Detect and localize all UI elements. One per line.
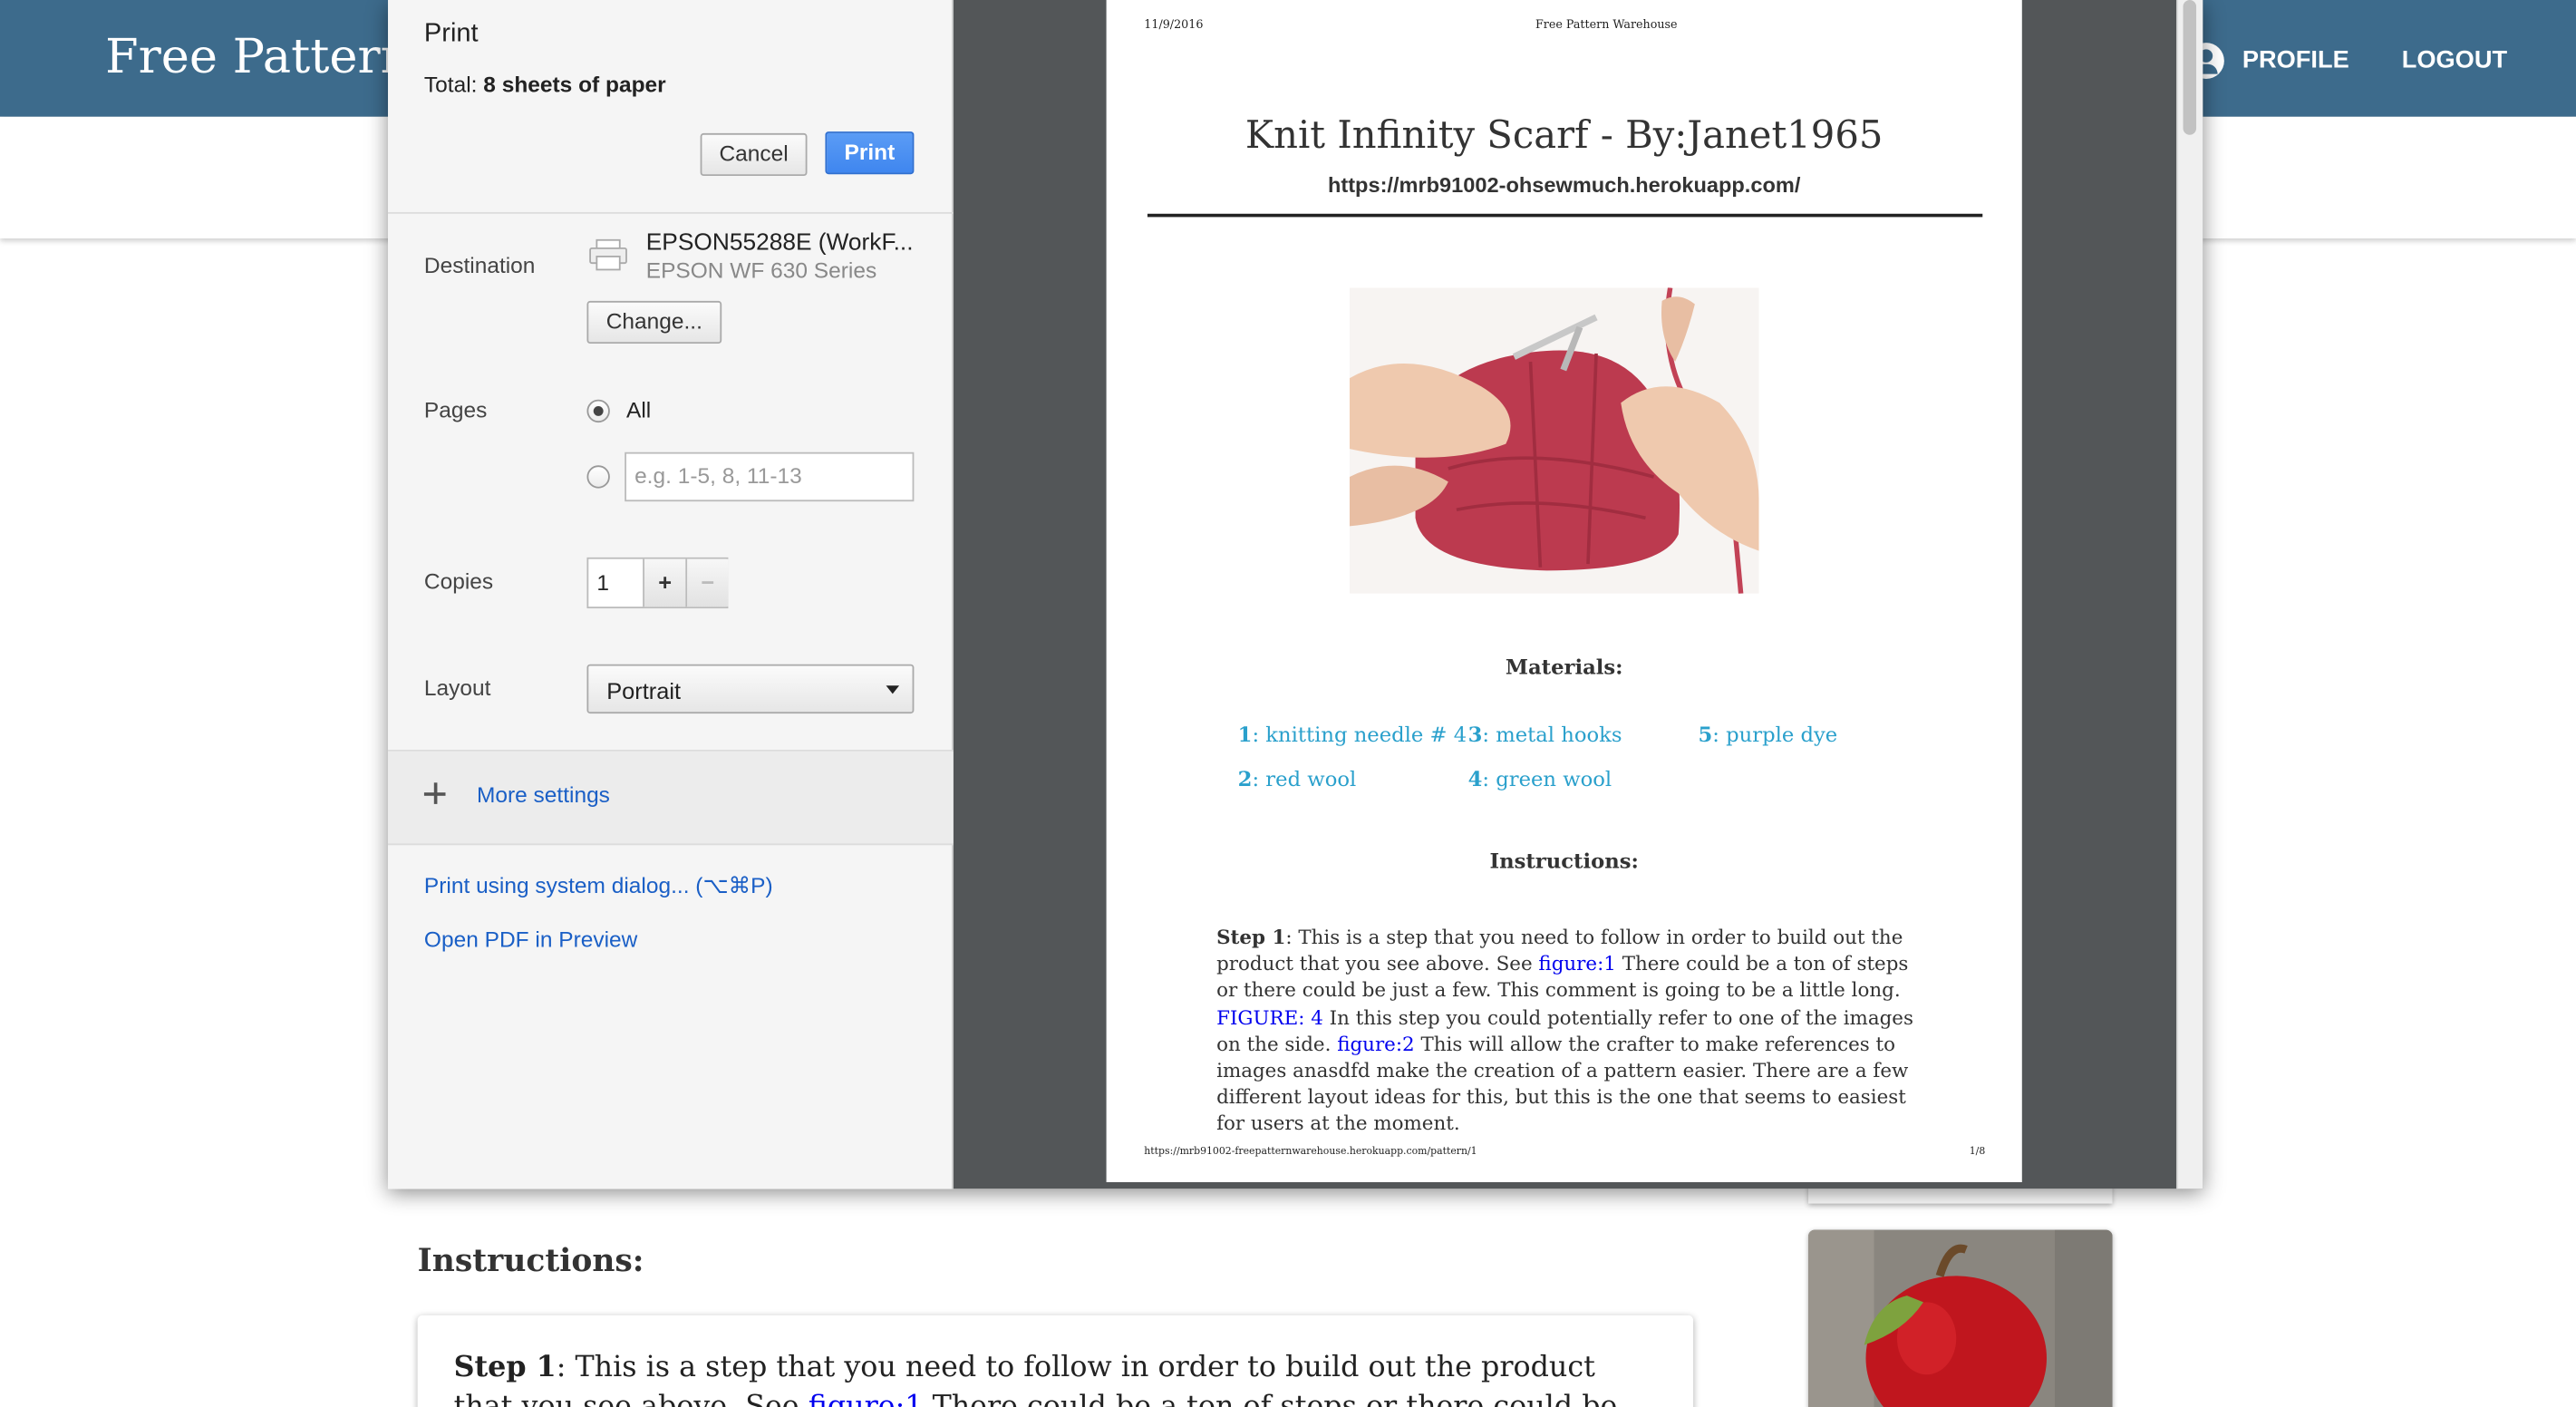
step-card: Step 1: This is a step that you need to … xyxy=(417,1315,1694,1407)
divider xyxy=(388,843,954,846)
cancel-button[interactable]: Cancel xyxy=(700,132,808,177)
destination-name: EPSON55288E (WorkF... xyxy=(645,229,914,257)
figure-link: FIGURE: 4 xyxy=(1216,1005,1323,1029)
print-title: Print xyxy=(423,19,479,48)
copies-increment-button[interactable]: + xyxy=(643,558,686,607)
figure-link: figure:1 xyxy=(1538,952,1616,975)
divider xyxy=(388,211,954,214)
site-brand[interactable]: Free Pattern xyxy=(105,28,411,84)
copies-value[interactable]: 1 xyxy=(596,570,609,595)
pattern-url: https://mrb91002-ohsewmuch.herokuapp.com… xyxy=(1327,172,1801,198)
pages-all-label[interactable]: All xyxy=(626,398,651,422)
pattern-title: Knit Infinity Scarf - By:Janet1965 xyxy=(1244,114,1884,159)
nav-profile-link[interactable]: PROFILE xyxy=(2242,46,2349,74)
nav-logout-link[interactable]: LOGOUT xyxy=(2402,46,2507,74)
more-settings-row[interactable] xyxy=(388,751,954,846)
preview-header: Free Pattern Warehouse xyxy=(1535,17,1678,32)
preview-scrollbar[interactable] xyxy=(2176,0,2203,1189)
pages-range-input[interactable]: e.g. 1-5, 8, 11-13 xyxy=(625,451,915,502)
knitting-image xyxy=(1350,287,1759,594)
scrollbar-thumb[interactable] xyxy=(2183,0,2197,135)
layout-label: Layout xyxy=(423,675,491,701)
layout-value: Portrait xyxy=(606,677,682,704)
print-total: Total: 8 sheets of paper xyxy=(423,72,666,98)
preview-page-number: 1/8 xyxy=(1969,1146,1986,1158)
sheet-count: 8 sheets of paper xyxy=(483,72,666,98)
material-item: 3: metal hooks xyxy=(1467,722,1622,747)
material-item: 2: red wool xyxy=(1237,766,1357,791)
change-destination-button[interactable]: Change... xyxy=(586,300,722,344)
preview-page: 11/9/2016 Free Pattern Warehouse Knit In… xyxy=(1106,0,2022,1183)
preview-instructions-heading: Instructions: xyxy=(1489,848,1639,874)
preview-step-text: Step 1: This is a step that you need to … xyxy=(1216,926,1913,1136)
pages-all-radio[interactable] xyxy=(586,399,610,423)
title-rule xyxy=(1147,213,1983,218)
layout-select[interactable]: Portrait xyxy=(586,664,915,714)
pages-range-radio[interactable] xyxy=(586,465,610,489)
plus-icon[interactable] xyxy=(423,782,446,804)
open-pdf-link[interactable]: Open PDF in Preview xyxy=(424,927,637,952)
copies-stepper[interactable]: 1 + − xyxy=(586,557,729,609)
figure-link[interactable]: figure:1 xyxy=(809,1391,924,1407)
preview-footer-url: https://mrb91002-freepatternwarehouse.he… xyxy=(1144,1146,1477,1158)
screen: Free Pattern PROFILE LOGOUT Instructions… xyxy=(0,0,2576,1407)
pages-label: Pages xyxy=(423,397,488,423)
copies-decrement-button[interactable]: − xyxy=(685,558,729,607)
material-item: 4: green wool xyxy=(1467,766,1612,791)
apple-pattern-thumbnail[interactable] xyxy=(1808,1229,2113,1407)
more-settings-link[interactable]: More settings xyxy=(477,782,610,807)
materials-heading: Materials: xyxy=(1505,654,1623,680)
apple-image xyxy=(1808,1229,2113,1407)
chevron-down-icon xyxy=(886,685,900,694)
print-preview-area[interactable]: 11/9/2016 Free Pattern Warehouse Knit In… xyxy=(953,0,2203,1189)
instructions-heading: Instructions: xyxy=(417,1243,644,1280)
preview-date: 11/9/2016 xyxy=(1144,17,1204,32)
print-button[interactable]: Print xyxy=(825,131,915,175)
material-item: 5: purple dye xyxy=(1698,722,1838,747)
figure-link: figure:2 xyxy=(1337,1032,1415,1056)
destination-label: Destination xyxy=(423,253,536,278)
print-settings-panel: Print Total: 8 sheets of paper Cancel Pr… xyxy=(388,0,954,1189)
printer-icon xyxy=(589,238,627,271)
copies-label: Copies xyxy=(423,568,494,594)
destination-model: EPSON WF 630 Series xyxy=(645,257,877,283)
system-dialog-link[interactable]: Print using system dialog... (⌥⌘P) xyxy=(424,873,773,899)
step-label: Step 1 xyxy=(453,1351,557,1385)
material-item: 1: knitting needle # 4 xyxy=(1237,722,1467,747)
print-dialog: Print Total: 8 sheets of paper Cancel Pr… xyxy=(388,0,2203,1189)
